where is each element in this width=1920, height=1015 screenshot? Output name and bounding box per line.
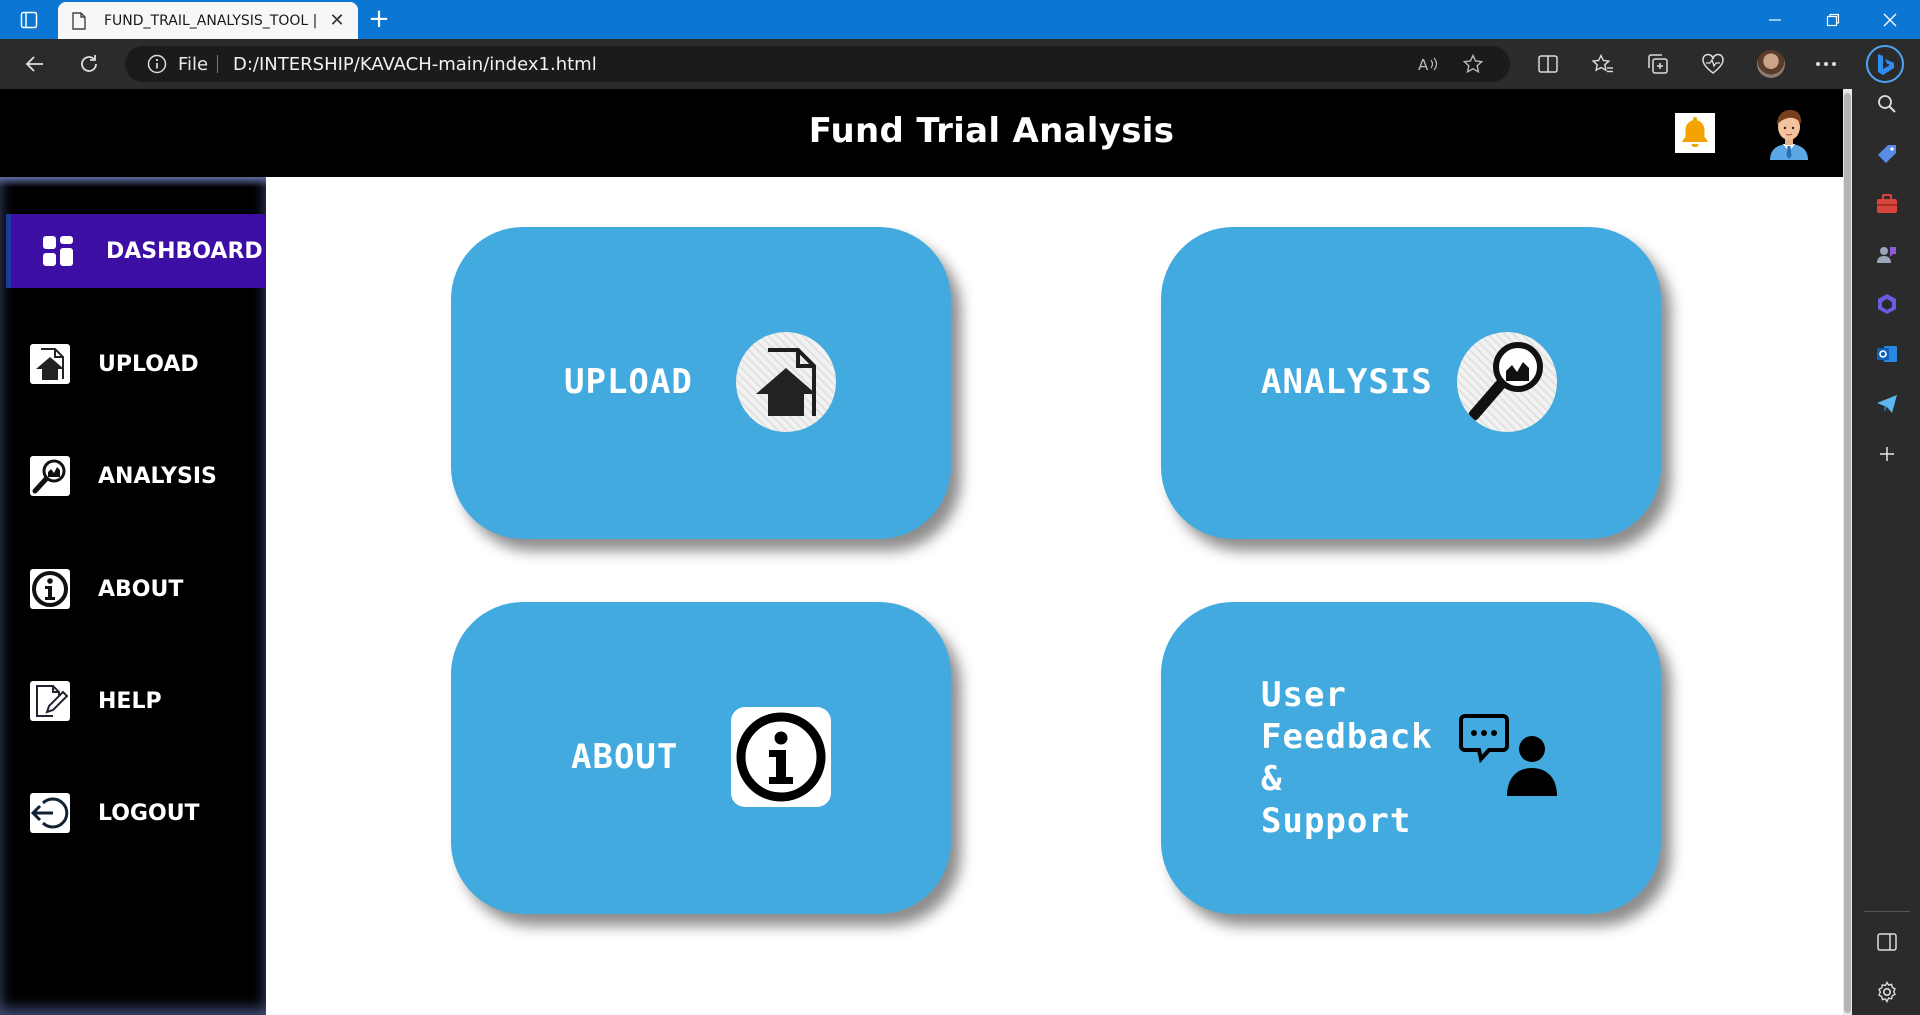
logout-icon [30,793,70,833]
user-avatar[interactable] [1766,106,1812,160]
scrollbar-thumb[interactable] [1844,93,1851,1013]
settings-gear-icon[interactable] [1872,977,1902,1007]
bell-icon [1680,115,1710,152]
hide-sidebar-icon[interactable] [1872,927,1902,957]
url-box[interactable]: File D:/INTERSHIP/KAVACH-main/index1.htm… [125,46,1510,82]
card-about[interactable]: ABOUT [451,602,951,914]
split-screen-icon[interactable] [1535,51,1561,77]
shopping-tag-icon[interactable] [1872,139,1902,169]
sidebar-item-label: HELP [98,688,162,714]
magnifier-chart-icon [1457,332,1557,432]
page-title: Fund Trial Analysis [808,111,1175,151]
upload-file-icon [736,332,836,432]
card-label: UPLOAD [564,362,693,402]
info-icon [731,707,831,807]
close-window-icon[interactable] [1863,0,1917,39]
sidebar-item-label: UPLOAD [98,351,199,377]
tab-close-icon[interactable]: ✕ [326,10,348,32]
tools-briefcase-icon[interactable] [1872,189,1902,219]
sidebar-item-dashboard[interactable]: DASHBOARD [6,214,266,288]
upload-file-icon [30,344,70,384]
url-scheme-label: File [178,54,209,75]
dashboard-grid-icon [38,231,78,271]
page-viewport: Fund Trial Analysis DASHBOARD UPLOAD ANA… [0,89,1852,1015]
address-bar: File D:/INTERSHIP/KAVACH-main/index1.htm… [0,39,1920,89]
sidebar-item-label: ANALYSIS [98,463,217,489]
browser-tab[interactable]: FUND_TRAIL_ANALYSIS_TOOL | E ✕ [58,2,358,39]
sidebar-item-analysis[interactable]: ANALYSIS [0,439,266,513]
favorites-icon[interactable] [1590,51,1616,77]
page-scrollbar[interactable] [1843,89,1852,1015]
bing-copilot-icon[interactable] [1866,45,1904,83]
sidebar-item-about[interactable]: ABOUT [0,552,266,626]
card-analysis[interactable]: ANALYSIS [1161,227,1661,539]
search-icon[interactable] [1872,89,1902,119]
browser-essentials-icon[interactable] [1700,51,1726,77]
card-label-block: User Feedback & Support [1261,674,1433,842]
card-label: User [1261,675,1347,715]
card-label: Feedback [1261,717,1433,757]
minimize-icon[interactable] [1748,0,1802,39]
sidebar-item-label: DASHBOARD [106,238,263,264]
card-label: Support [1261,801,1412,841]
url-divider [217,55,218,73]
sidebar-item-upload[interactable]: UPLOAD [0,327,266,401]
sidebar-item-help[interactable]: HELP [0,664,266,738]
sidebar-divider [1864,911,1910,912]
notification-button[interactable] [1675,113,1715,153]
url-text[interactable]: D:/INTERSHIP/KAVACH-main/index1.html [233,54,597,75]
send-telegram-icon[interactable] [1872,389,1902,419]
back-arrow-icon[interactable] [20,49,50,79]
feedback-support-icon [1459,712,1569,802]
card-label: & [1261,759,1283,799]
outlook-icon[interactable] [1872,339,1902,369]
info-icon [30,569,70,609]
sidebar-item-logout[interactable]: LOGOUT [0,776,266,850]
browser-tab-bar: FUND_TRAIL_ANALYSIS_TOOL | E ✕ + [0,0,1920,39]
sidebar-item-label: ABOUT [98,576,184,602]
sidebar-item-label: LOGOUT [98,800,200,826]
more-options-icon[interactable] [1813,51,1839,77]
add-sidebar-app-icon[interactable] [1872,439,1902,469]
magnifier-chart-icon [30,456,70,496]
edge-sidebar [1852,89,1920,1015]
document-icon [72,11,90,30]
site-info-icon[interactable] [147,54,167,74]
collections-icon[interactable] [1645,51,1671,77]
sidebar-glow [0,177,266,187]
card-label: ANALYSIS [1261,362,1433,402]
card-upload[interactable]: UPLOAD [451,227,951,539]
games-icon[interactable] [1872,239,1902,269]
card-feedback-support[interactable]: User Feedback & Support [1161,602,1661,914]
tab-title: FUND_TRAIL_ANALYSIS_TOOL | E [104,12,320,29]
card-label: ABOUT [571,737,679,777]
tab-actions-icon[interactable] [18,9,40,31]
app-header: Fund Trial Analysis [0,89,1843,177]
reload-icon[interactable] [74,49,104,79]
favorite-star-icon[interactable] [1462,53,1484,75]
edit-document-icon [30,681,70,721]
restore-icon[interactable] [1806,0,1860,39]
edge-sidebar-top [1852,39,1920,89]
new-tab-icon[interactable]: + [366,6,392,33]
read-aloud-icon[interactable]: A [1417,53,1439,75]
svg-text:A: A [1418,56,1429,74]
copilot-365-icon[interactable] [1872,289,1902,319]
profile-avatar[interactable] [1757,50,1785,78]
